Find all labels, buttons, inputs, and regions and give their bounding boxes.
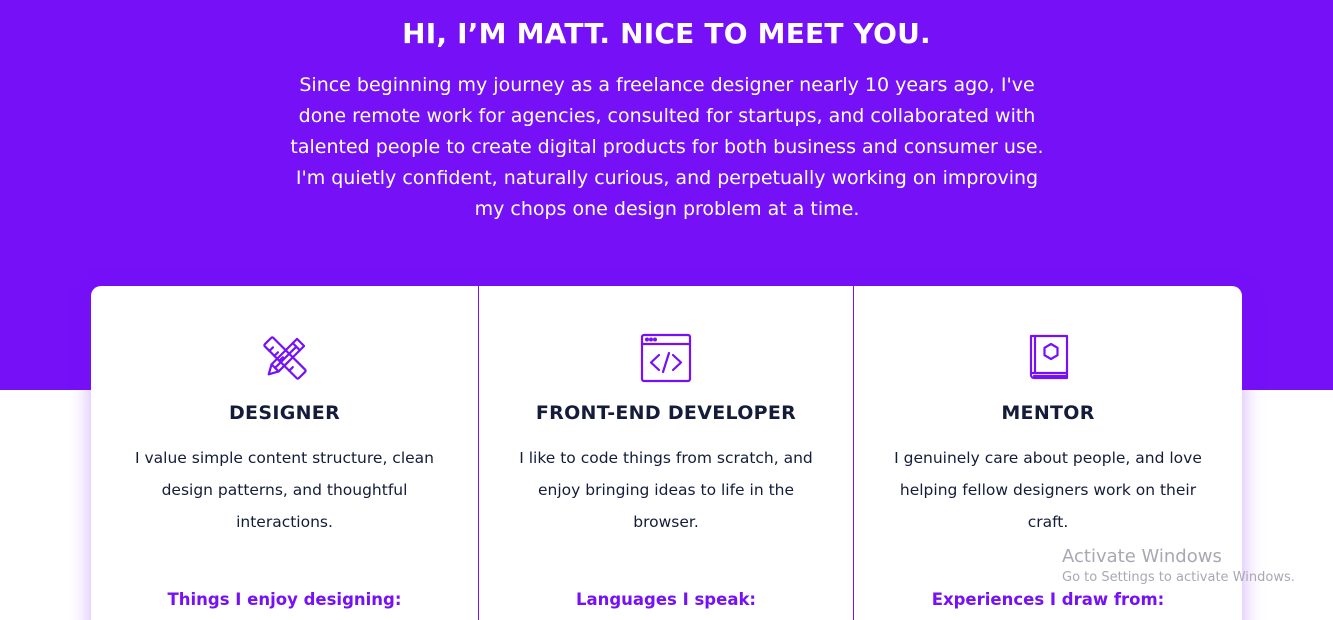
hero-title: HI, I’M MATT. NICE TO MEET YOU. <box>402 17 931 50</box>
card-title: DESIGNER <box>228 402 340 424</box>
book-icon <box>1022 332 1074 384</box>
skill-card-designer: DESIGNER I value simple content structur… <box>91 286 478 620</box>
card-title: MENTOR <box>1001 402 1095 424</box>
card-subtitle: Languages I speak: <box>575 590 757 609</box>
card-description: I like to code things from scratch, and … <box>519 449 813 531</box>
skill-card-frontend-developer: FRONT-END DEVELOPER I like to code thing… <box>478 286 853 620</box>
card-description: I genuinely care about people, and love … <box>894 449 1202 531</box>
skills-cards: DESIGNER I value simple content structur… <box>91 286 1242 620</box>
card-subtitle: Things I enjoy designing: <box>167 590 402 609</box>
card-title: FRONT-END DEVELOPER <box>535 402 797 424</box>
pencil-ruler-icon <box>259 332 311 384</box>
hero-intro-text: Since beginning my journey as a freelanc… <box>290 74 1044 220</box>
code-window-icon <box>640 332 692 384</box>
skill-card-mentor: MENTOR I genuinely care about people, an… <box>853 286 1242 620</box>
page: HI, I’M MATT. NICE TO MEET YOU. Since be… <box>0 0 1333 620</box>
card-description: I value simple content structure, clean … <box>134 449 434 531</box>
card-subtitle: Experiences I draw from: <box>931 590 1165 609</box>
